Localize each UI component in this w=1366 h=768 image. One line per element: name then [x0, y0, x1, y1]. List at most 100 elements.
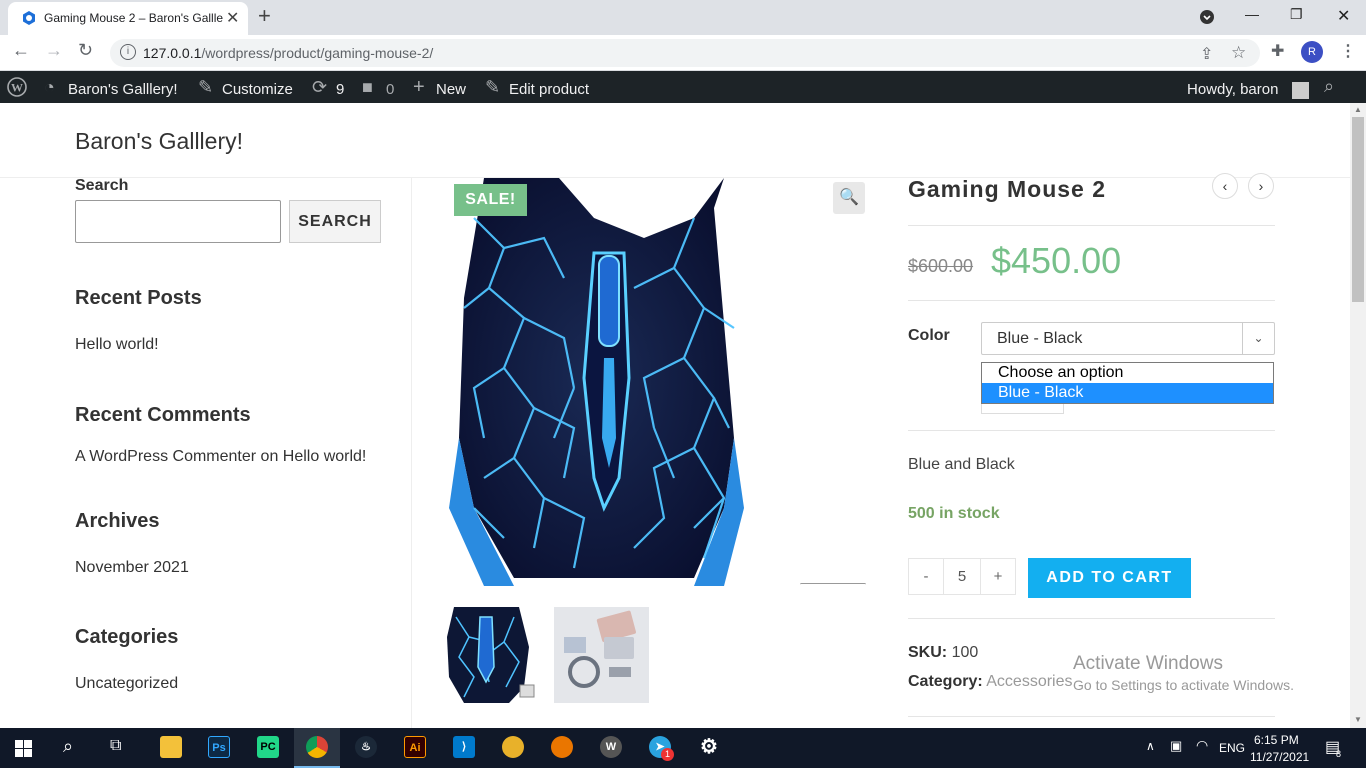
color-select[interactable]: Blue - Black ⌄: [981, 322, 1275, 355]
wamp-app[interactable]: W: [588, 728, 634, 768]
telegram-app[interactable]: ➤ 1: [637, 728, 683, 768]
admin-edit-product[interactable]: Edit product: [509, 81, 589, 98]
add-to-cart-button[interactable]: ADD TO CART: [1028, 558, 1191, 598]
color-dropdown-list[interactable]: Choose an option Blue - Black: [981, 362, 1274, 404]
divider: [908, 618, 1275, 619]
minimize-icon[interactable]: —: [1245, 6, 1259, 22]
steam-icon: ♨: [355, 736, 377, 758]
product-main-image[interactable]: [444, 178, 866, 586]
scroll-down-icon[interactable]: ▼: [1354, 715, 1362, 724]
product-title: Gaming Mouse 2: [908, 176, 1107, 202]
back-icon[interactable]: ←: [12, 40, 30, 61]
browser-toolbar: ← → ↻ i 127.0.0.1/wordpress/product/gami…: [0, 35, 1366, 71]
clock-time[interactable]: 6:15 PM: [1254, 733, 1299, 747]
vscode-app[interactable]: ⟩: [441, 728, 487, 768]
vscode-icon: ⟩: [453, 736, 475, 758]
recent-posts-title: Recent Posts: [75, 287, 202, 309]
previous-product-chevron-left-icon[interactable]: ‹: [1212, 173, 1238, 199]
comment-author-link[interactable]: A WordPress Commenter: [75, 448, 256, 465]
clock-date[interactable]: 11/27/2021: [1250, 750, 1309, 764]
reload-icon[interactable]: ↻: [78, 40, 93, 61]
chrome-app[interactable]: [294, 728, 340, 768]
search-icon[interactable]: ⌕: [63, 736, 73, 757]
windows-start-icon[interactable]: [15, 740, 32, 757]
site-info-icon[interactable]: i: [120, 44, 136, 60]
url-text: 127.0.0.1/wordpress/product/gaming-mouse…: [143, 45, 434, 61]
quantity-input[interactable]: 5: [944, 558, 980, 595]
search-input[interactable]: [75, 200, 281, 243]
next-product-chevron-right-icon[interactable]: ›: [1248, 173, 1274, 199]
admin-new[interactable]: New: [436, 81, 466, 98]
comment-post-link[interactable]: Hello world!: [283, 448, 367, 465]
comments-count[interactable]: 0: [386, 81, 394, 98]
app-8-icon: [502, 736, 524, 758]
regular-price: $600.00: [908, 256, 974, 276]
quantity-minus-button[interactable]: -: [908, 558, 944, 595]
site-favicon-icon: [23, 11, 35, 25]
search-button[interactable]: SEARCH: [289, 200, 381, 243]
pycharm-app[interactable]: PC: [245, 728, 291, 768]
address-bar[interactable]: i 127.0.0.1/wordpress/product/gaming-mou…: [110, 39, 1260, 67]
user-avatar[interactable]: [1292, 82, 1309, 99]
activate-windows-subtitle: Go to Settings to activate Windows.: [1073, 677, 1294, 693]
tab-close-icon[interactable]: ✕: [226, 8, 239, 28]
site-header: Baron's Galllery!: [0, 103, 1350, 178]
page-scrollbar[interactable]: ▲ ▼: [1350, 103, 1366, 728]
tab-search-icon[interactable]: [1199, 9, 1215, 25]
wifi-icon[interactable]: ◠: [1196, 737, 1208, 754]
category-link[interactable]: Uncategorized: [75, 675, 178, 693]
wordpress-logo-icon[interactable]: W: [7, 77, 27, 97]
forward-icon[interactable]: →: [45, 40, 63, 61]
blender-app[interactable]: [539, 728, 585, 768]
divider: [908, 300, 1275, 301]
admin-customize[interactable]: Customize: [222, 81, 293, 98]
updates-count[interactable]: 9: [336, 81, 344, 98]
settings-app[interactable]: ⚙: [686, 728, 732, 768]
search-widget-label: Search: [75, 177, 129, 194]
steam-app[interactable]: ♨: [343, 728, 389, 768]
share-icon[interactable]: ⇪: [1200, 44, 1213, 64]
browser-tab[interactable]: Gaming Mouse 2 – Baron's Gallle ✕: [8, 2, 248, 35]
wp-admin-bar: W ◔ Baron's Galllery! ✎ Customize ⟳ 9 ■ …: [0, 71, 1366, 103]
divider: [908, 716, 1275, 717]
category-accessories-link[interactable]: Accessories: [986, 673, 1072, 690]
color-option-selected[interactable]: Blue - Black: [982, 383, 1273, 403]
tray-app-icon[interactable]: ▣: [1170, 738, 1182, 754]
bookmark-star-icon[interactable]: ☆: [1231, 43, 1246, 63]
extensions-icon[interactable]: ✚: [1271, 41, 1284, 61]
photoshop-icon: Ps: [208, 736, 230, 758]
profile-avatar[interactable]: R: [1301, 41, 1323, 63]
product-thumbnail-2[interactable]: [554, 607, 649, 703]
admin-site-name[interactable]: Baron's Galllery!: [68, 81, 178, 98]
tray-chevron-up-icon[interactable]: ∧: [1146, 739, 1155, 753]
app-8[interactable]: [490, 728, 536, 768]
admin-search-icon[interactable]: ⌕: [1324, 76, 1334, 97]
menu-kebab-icon[interactable]: ⋮: [1340, 41, 1356, 61]
stock-status: 500 in stock: [908, 505, 1000, 522]
color-option[interactable]: Choose an option: [982, 363, 1273, 383]
input-language[interactable]: ENG: [1219, 741, 1245, 755]
product-thumbnail-1[interactable]: [444, 607, 540, 703]
sidebar-divider: [411, 178, 412, 728]
new-tab-icon[interactable]: +: [258, 3, 271, 29]
illustrator-app[interactable]: Ai: [392, 728, 438, 768]
scroll-up-icon[interactable]: ▲: [1354, 105, 1362, 114]
photoshop-app[interactable]: Ps: [196, 728, 242, 768]
illustrator-icon: Ai: [404, 736, 426, 758]
activate-windows-title: Activate Windows: [1073, 653, 1223, 674]
site-title[interactable]: Baron's Galllery!: [75, 128, 243, 155]
archive-link[interactable]: November 2021: [75, 559, 189, 577]
dashboard-icon: ◔: [44, 77, 55, 97]
restore-icon[interactable]: ❐: [1290, 6, 1303, 23]
task-view-icon[interactable]: ⧉: [110, 737, 121, 755]
howdy-user[interactable]: Howdy, baron: [1187, 81, 1278, 98]
file-explorer-app[interactable]: [148, 728, 194, 768]
scrollbar-thumb[interactable]: [1352, 117, 1364, 302]
gear-icon: ⚙: [700, 736, 718, 758]
recent-post-link[interactable]: Hello world!: [75, 336, 159, 354]
product-sku: SKU: 100: [908, 644, 979, 661]
notification-count: 8: [1336, 749, 1342, 759]
quantity-plus-button[interactable]: +: [980, 558, 1016, 595]
zoom-magnifier-icon[interactable]: 🔍: [833, 182, 865, 214]
window-close-icon[interactable]: ✕: [1337, 6, 1350, 26]
